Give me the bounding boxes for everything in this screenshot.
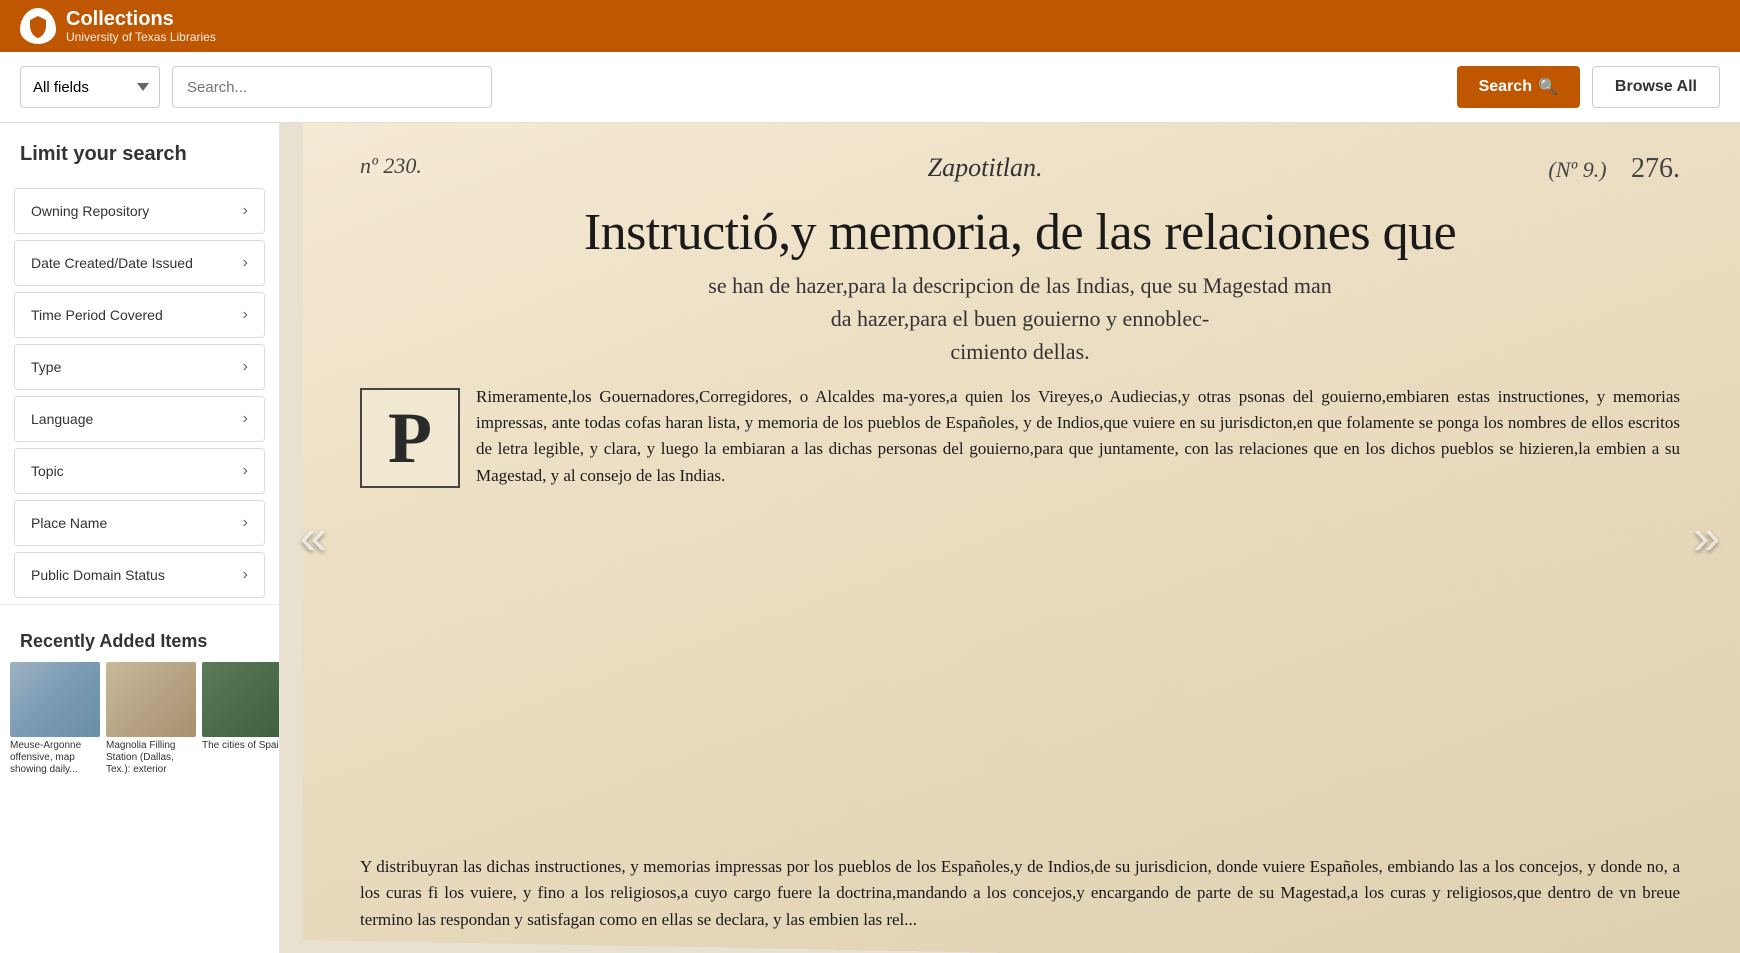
chevron-right-icon: › (243, 410, 248, 428)
document-right-numbers: (Nº 9.) 276. (1548, 153, 1680, 185)
document-title-center: Zapotitlan. (422, 153, 1549, 183)
nav-prev-button[interactable]: « (300, 511, 327, 566)
document-paragraph-1: Rimeramente,los Gouernadores,Corregidore… (476, 384, 1680, 489)
thumbnail-image-cities (202, 662, 279, 737)
logo-title: Collections (66, 8, 216, 30)
filter-time-period[interactable]: Time Period Covered › (14, 292, 265, 338)
nav-next-button[interactable]: » (1693, 511, 1720, 566)
filter-label-topic: Topic (31, 463, 64, 479)
thumbnail-label: The cities of Spain (202, 740, 279, 752)
thumbnail-label: Meuse-Argonne offensive, map showing dai… (10, 740, 100, 776)
main-layout: Limit your search Owning Repository › Da… (0, 123, 1740, 953)
search-input[interactable] (172, 66, 492, 108)
document-full-text-2: Y distribuyran las dichas instructiones,… (360, 854, 1680, 933)
search-bar-area: All fields Title Author Subject Descript… (0, 52, 1740, 123)
browse-all-button[interactable]: Browse All (1592, 66, 1720, 108)
document-subtitle-line-3: cimiento dellas. (360, 335, 1680, 368)
document-viewer: nº 230. Zapotitlan. (Nº 9.) 276. Instruc… (280, 123, 1740, 953)
filter-place-name[interactable]: Place Name › (14, 500, 265, 546)
filter-date-created[interactable]: Date Created/Date Issued › (14, 240, 265, 286)
thumbnail-item[interactable]: The cities of Spain (202, 662, 279, 776)
filter-label-type: Type (31, 359, 61, 375)
document-body: P Rimeramente,los Gouernadores,Corregido… (360, 384, 1680, 842)
logo-shield (20, 8, 56, 44)
ut-shield-icon (26, 14, 50, 38)
filter-label-date-created: Date Created/Date Issued (31, 255, 193, 271)
document-page-number: 276. (1631, 153, 1680, 184)
filter-label-language: Language (31, 411, 93, 427)
filter-label-time-period: Time Period Covered (31, 307, 163, 323)
filter-public-domain[interactable]: Public Domain Status › (14, 552, 265, 598)
thumbnails-row: Meuse-Argonne offensive, map showing dai… (0, 662, 279, 776)
search-button-label: Search (1479, 78, 1532, 96)
document-header-line: nº 230. Zapotitlan. (Nº 9.) 276. (360, 153, 1680, 185)
chevron-right-icon: › (243, 254, 248, 272)
filter-label-public-domain: Public Domain Status (31, 567, 165, 583)
thumbnail-label: Magnolia Filling Station (Dallas, Tex.):… (106, 740, 196, 776)
thumbnail-image-map (10, 662, 100, 737)
document-content: nº 230. Zapotitlan. (Nº 9.) 276. Instruc… (280, 123, 1740, 953)
field-select[interactable]: All fields Title Author Subject Descript… (20, 66, 160, 108)
filter-owning-repository[interactable]: Owning Repository › (14, 188, 265, 234)
chevron-right-icon: › (243, 566, 248, 584)
document-subtitle-line-1: se han de hazer,para la descripcion de l… (360, 269, 1680, 302)
site-header: Collections University of Texas Librarie… (0, 0, 1740, 52)
chevron-right-icon: › (243, 462, 248, 480)
logo-text-block: Collections University of Texas Librarie… (66, 8, 216, 44)
filter-label-owning-repository: Owning Repository (31, 203, 149, 219)
chevron-right-icon: › (243, 306, 248, 324)
search-button[interactable]: Search 🔍 (1457, 66, 1580, 108)
document-number-left: nº 230. (360, 153, 422, 179)
filter-topic[interactable]: Topic › (14, 448, 265, 494)
document-initial-block: P (360, 388, 460, 488)
filter-type[interactable]: Type › (14, 344, 265, 390)
chevron-right-icon: › (243, 202, 248, 220)
document-main-title: Instructió,y memoria, de las relaciones … (360, 203, 1680, 263)
limit-search-title: Limit your search (0, 143, 279, 182)
document-body-text-1: Rimeramente,los Gouernadores,Corregidore… (476, 384, 1680, 842)
logo: Collections University of Texas Librarie… (20, 8, 216, 44)
browse-all-label: Browse All (1615, 78, 1697, 95)
thumbnail-item[interactable]: Magnolia Filling Station (Dallas, Tex.):… (106, 662, 196, 776)
thumbnail-item[interactable]: Meuse-Argonne offensive, map showing dai… (10, 662, 100, 776)
filter-language[interactable]: Language › (14, 396, 265, 442)
document-subtitle-line-2: da hazer,para el buen gouierno y ennoble… (360, 302, 1680, 335)
filter-label-place-name: Place Name (31, 515, 107, 531)
document-initial-letter: P (384, 398, 436, 478)
thumbnail-image-building (106, 662, 196, 737)
document-number-top-right: (Nº 9.) (1548, 157, 1606, 182)
recently-added-title: Recently Added Items (0, 615, 279, 662)
sidebar: Limit your search Owning Repository › Da… (0, 123, 280, 953)
recently-added-section: Recently Added Items Meuse-Argonne offen… (0, 604, 279, 776)
chevron-right-icon: › (243, 358, 248, 376)
logo-subtitle: University of Texas Libraries (66, 30, 216, 44)
document-subtitle: se han de hazer,para la descripcion de l… (360, 269, 1680, 368)
search-icon: 🔍 (1538, 77, 1558, 97)
chevron-right-icon: › (243, 514, 248, 532)
